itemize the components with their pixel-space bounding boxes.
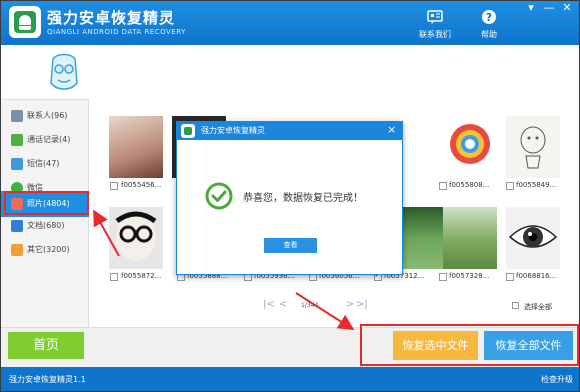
dialog-logo-icon (181, 124, 195, 138)
view-button[interactable]: 查看 (264, 238, 317, 253)
completion-dialog: 强力安卓恢复精灵 × 恭喜您，数据恢复已完成！ 查看 (176, 121, 403, 275)
dialog-close-button[interactable]: × (387, 124, 396, 136)
success-check-icon (205, 182, 233, 210)
dialog-message: 恭喜您，数据恢复已完成！ (243, 193, 363, 204)
dialog-header: 强力安卓恢复精灵 × (177, 122, 402, 140)
dialog-title: 强力安卓恢复精灵 (201, 126, 265, 135)
app-window: 强力安卓恢复精灵 QIANGLI ANDROID DATA RECOVERY 联… (1, 1, 579, 391)
